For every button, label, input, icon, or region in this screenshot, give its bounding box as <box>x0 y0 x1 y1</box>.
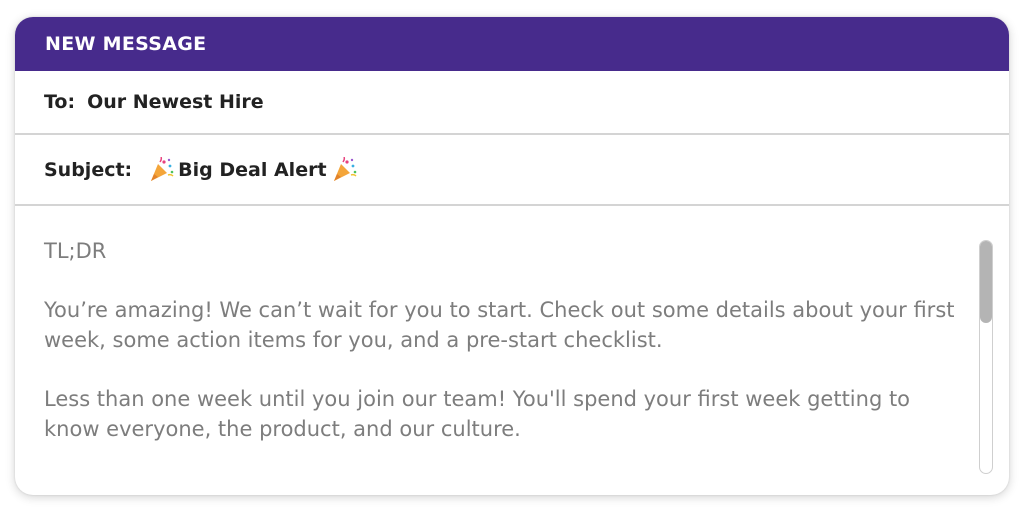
subject-field[interactable]: Subject: Big Deal Alert <box>15 135 1009 206</box>
party-popper-icon <box>333 156 357 181</box>
body-paragraph: You’re amazing! We can’t wait for you to… <box>44 298 955 352</box>
message-body[interactable]: TL;DR You’re amazing! We can’t wait for … <box>15 206 1009 495</box>
to-field[interactable]: To: Our Newest Hire <box>15 71 1009 135</box>
title-bar: NEW MESSAGE <box>15 17 1009 71</box>
subject-text: Big Deal Alert <box>178 158 327 181</box>
subject-value[interactable]: Big Deal Alert <box>144 156 357 183</box>
body-paragraph: TL;DR <box>44 239 107 263</box>
to-recipient[interactable]: Our Newest Hire <box>87 91 264 113</box>
party-popper-icon <box>151 156 174 181</box>
subject-label: Subject: <box>44 158 133 181</box>
to-label: To: <box>44 91 76 113</box>
body-paragraph: Less than one week until you join our te… <box>44 387 911 441</box>
new-message-window: NEW MESSAGE To: Our Newest Hire Subject:… <box>15 17 1009 495</box>
message-body-text[interactable]: TL;DR You’re amazing! We can’t wait for … <box>44 236 964 473</box>
scrollbar[interactable] <box>979 240 993 474</box>
scrollbar-thumb[interactable] <box>980 241 992 323</box>
window-title: NEW MESSAGE <box>45 33 207 55</box>
